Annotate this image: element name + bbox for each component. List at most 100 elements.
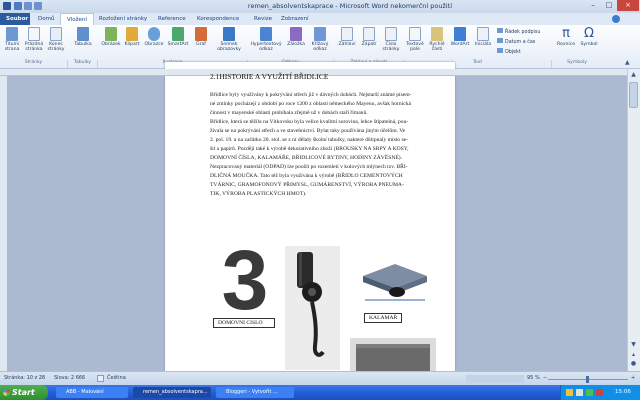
text-line: Nezpracovaný materiál (ODPAD) lze použít… [210,164,408,170]
tab-zobrazeni[interactable]: Zobrazení [275,13,315,25]
bookmark-button[interactable]: Záložka [284,27,308,47]
header-button[interactable]: Záhlaví [336,27,358,47]
slate-clock-image[interactable] [285,246,340,370]
tab-reference[interactable]: Reference [152,13,192,25]
scroll-up-icon[interactable]: ▲ [629,70,638,79]
screenshot-button[interactable]: Snímek obrazovky [212,27,246,52]
omega-icon: Ω [584,26,594,41]
clock[interactable]: 15:06 [615,389,631,395]
taskbar-item-word[interactable]: remen_absolventskapra... [133,387,211,398]
maximize-button[interactable]: □ [601,0,617,11]
smartart-button[interactable]: SmartArt [165,27,191,47]
tray-icon[interactable] [586,389,593,396]
cross-reference-button[interactable]: Křížový odkaz [308,27,332,52]
table-button[interactable]: Tabulka [70,27,96,47]
page-number-button[interactable]: Číslo stránky [380,27,402,52]
group-tabulky: Tabulky [68,60,98,68]
browse-object-icon[interactable]: ● [629,359,638,368]
zoom-in-icon[interactable]: + [631,375,635,381]
house-number-image[interactable]: 3 [220,238,270,322]
section-heading: 2.1HISTORIE A VYUŽITÍ BŘIDLICE [210,72,329,81]
date-time-button[interactable]: Datum a čas [497,38,535,45]
group-stranky: Stránky [0,60,68,68]
zoom-out-icon[interactable]: − [543,375,547,381]
word-logo-icon[interactable] [3,2,11,10]
text-line: žívala se na pokrývání střech a ve stave… [210,128,406,134]
hyperlink-button[interactable]: Hypertextový odkaz [250,27,282,52]
tab-vlozeni[interactable]: Vložení [60,13,94,25]
tray-icon[interactable] [576,389,583,396]
text-line: šit a papírů. Později také k výrobě deko… [210,146,409,152]
tab-revize[interactable]: Revize [248,13,278,25]
redo-icon[interactable] [34,2,42,10]
text-line: DOMOVNÍ ČÍSLA, KALAMÁŘE, BŘIDLICOVÉ RYTI… [210,155,403,161]
bookmark-icon [290,27,302,41]
clipart-icon [126,27,138,41]
table-icon [77,27,89,41]
smartart-icon [172,27,184,41]
save-icon[interactable] [14,2,22,10]
quick-parts-button[interactable]: Rychlé části [426,27,448,52]
help-icon[interactable] [612,15,620,23]
status-bar: Stránka: 10 z 28 Slova: 2 666 Čeština 95… [0,371,640,385]
shapes-icon [148,27,160,41]
tab-soubor[interactable]: Soubor [0,13,30,25]
scrollbar-thumb[interactable] [629,82,638,108]
dropcap-icon [477,27,489,41]
view-buttons[interactable] [466,375,524,383]
signature-line-button[interactable]: Řádek podpisu [497,28,540,35]
taskbar-item-paint[interactable]: ABB - Malování [56,387,128,398]
word-count[interactable]: Slova: 2 666 [54,375,85,381]
picture-button[interactable]: Obrázek [100,27,122,47]
tab-domu[interactable]: Domů [32,13,60,25]
caption-domovni-cislo: DOMOVNI CISLO [213,318,275,328]
tab-korespondence[interactable]: Korespondence [191,13,245,25]
vertical-scrollbar[interactable] [627,69,640,371]
calendar-icon [497,38,503,43]
minimize-button[interactable]: – [585,0,601,11]
close-button[interactable]: × [617,0,639,11]
wordart-button[interactable]: WordArt [448,27,472,47]
cover-page-button[interactable]: Titulní strana [1,27,23,52]
clock-bracket-drawing [285,246,340,370]
tray-icon[interactable] [566,389,573,396]
language-indicator[interactable]: Čeština [107,375,126,381]
equation-button[interactable]: π Rovnice [554,26,578,48]
symbol-button[interactable]: Ω Symbol [578,26,600,48]
object-button[interactable]: Objekt [497,48,521,55]
vertical-ruler [0,76,7,371]
page-break-button[interactable]: Konec stránky [45,27,67,52]
zoom-slider-thumb[interactable] [586,376,589,383]
cover-page-icon [6,27,18,41]
scroll-down-icon[interactable]: ▼ [629,340,638,349]
zoom-level[interactable]: 95 % [527,375,540,381]
collapse-ribbon-icon[interactable]: ▲ [625,59,630,66]
tray-icon[interactable] [596,389,603,396]
page-number-icon [385,27,397,41]
footer-button[interactable]: Zápatí [358,27,380,47]
prev-page-icon[interactable]: ▴ [629,350,638,359]
clipart-button[interactable]: Klipart [122,27,142,47]
dropcap-button[interactable]: Iniciála [472,27,494,47]
textbox-button[interactable]: Textové pole [404,27,426,52]
footer-icon [363,27,375,41]
shapes-button[interactable]: Obrazce [143,27,165,47]
header-icon [341,27,353,41]
proofing-icon[interactable] [97,375,104,382]
wordart-icon [454,27,466,41]
blank-page-button[interactable]: Prázdná stránka [23,27,45,52]
chart-button[interactable]: Graf [191,27,211,47]
window-title: remen_absolventskaprace - Microsoft Word… [247,2,453,10]
page-counter[interactable]: Stránka: 10 z 28 [4,375,45,381]
inkwell-drawing [355,254,433,306]
picture-icon [105,27,117,41]
slate-tile-image[interactable] [350,338,436,371]
quick-parts-icon [431,27,443,41]
pi-icon: π [562,26,570,41]
tab-rozlozeni[interactable]: Rozložení stránky [93,13,153,25]
text-line: 2. pol. 19. a na začátku 20. stol. se z … [210,137,409,143]
text-line: né zmínky pocházejí z období po roce 120… [210,101,411,107]
undo-icon[interactable] [24,2,32,10]
taskbar-item-blogger[interactable]: Bloggeri - Vytvořit ... [216,387,294,398]
inkwell-image[interactable] [355,254,433,306]
